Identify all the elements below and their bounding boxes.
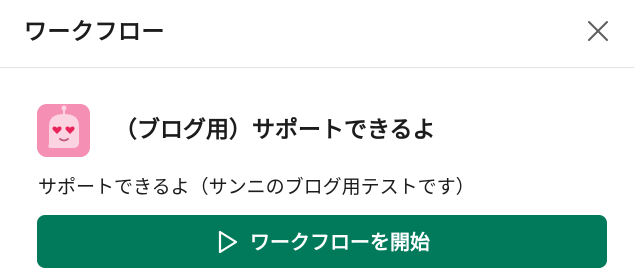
app-name: （ブログ用）サポートできるよ — [114, 117, 436, 143]
close-button[interactable] — [580, 15, 616, 51]
robot-heart-eyes-icon — [37, 104, 90, 157]
start-workflow-label: ワークフローを開始 — [250, 229, 430, 254]
workflow-dialog: ワークフロー （ブログ用）サポートできるよ サポートできるよ（サンニのブログ用テ… — [0, 0, 634, 275]
app-description: サポートできるよ（サンニのブログ用テストです） — [38, 176, 475, 198]
dialog-title: ワークフロー — [24, 19, 165, 45]
close-icon — [586, 19, 610, 47]
start-workflow-button[interactable]: ワークフローを開始 — [37, 215, 607, 268]
dialog-header: ワークフロー — [0, 0, 634, 68]
play-icon — [214, 229, 240, 255]
